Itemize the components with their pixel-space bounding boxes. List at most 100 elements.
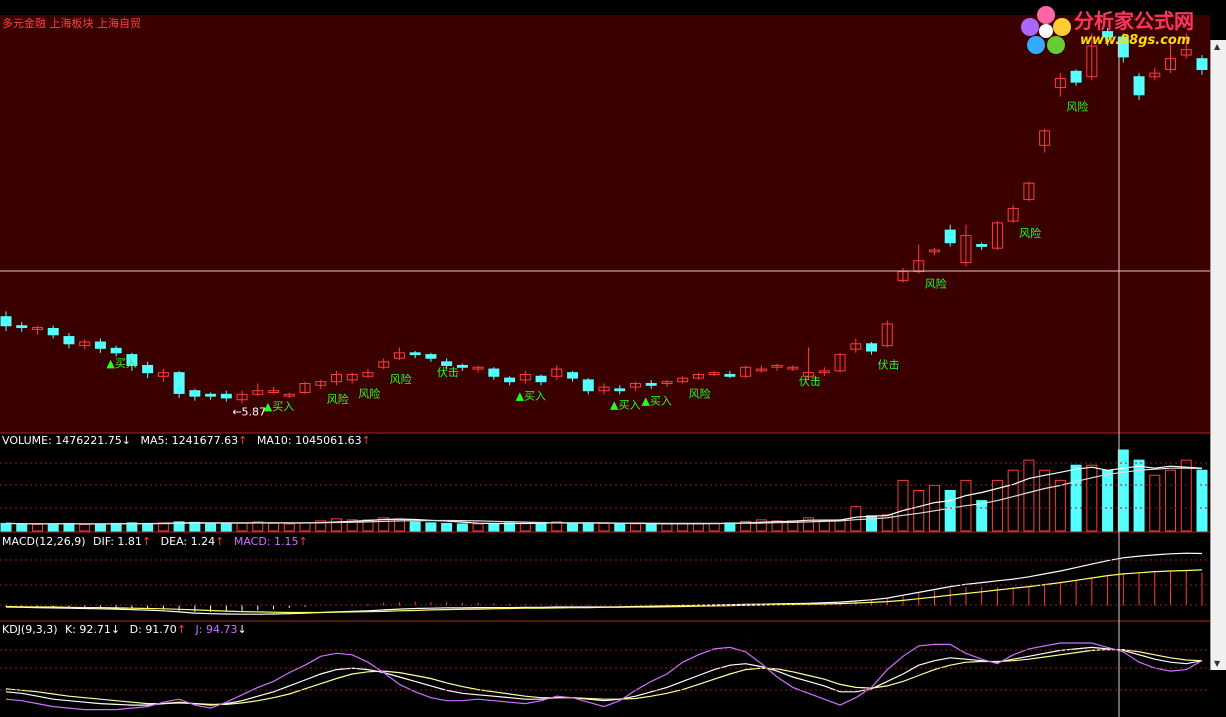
logo: 分析家公式网 www.88gs.com [1016, 3, 1216, 55]
volume-bar [441, 522, 453, 532]
volume-bar [1086, 464, 1098, 532]
volume-bar [47, 523, 59, 532]
signal-label: 风险 [1066, 100, 1088, 114]
candle-body [16, 325, 28, 329]
candle-body [142, 364, 154, 374]
candle-body [582, 379, 594, 392]
signal-label: 风险 [358, 386, 380, 400]
macd-dea-line [5, 569, 1203, 614]
candle-body [409, 352, 421, 356]
volume-bar [661, 523, 673, 532]
volume-bar [1196, 469, 1208, 532]
down-arrow-icon: ↓ [121, 434, 131, 447]
d-value: D: 91.70 [129, 623, 177, 636]
volume-bar [31, 523, 43, 532]
j-value: J: 94.73 [195, 623, 238, 636]
kdj-panel [5, 642, 1203, 711]
volume-bar [818, 520, 830, 532]
volume-bar [724, 522, 736, 532]
volume-bar [1054, 479, 1066, 532]
kdj-header: KDJ(9,3,3) K: 92.71↓ D: 91.70↑ J: 94.73↓ [2, 623, 247, 636]
volume-bar [677, 522, 689, 532]
macd-header: MACD(12,26,9) DIF: 1.81↑ DEA: 1.24↑ MACD… [2, 535, 308, 548]
volume-bar [236, 522, 248, 532]
candle-body [220, 393, 232, 399]
volume-bar [142, 522, 154, 532]
volume-bar [1070, 464, 1082, 532]
volume-ma5-line [5, 465, 1203, 525]
volume-bar [220, 523, 232, 532]
volume-bar [299, 522, 311, 532]
signal-label: 风险 [390, 372, 412, 386]
up-arrow-icon: ↑ [361, 434, 371, 447]
logo-url: www.88gs.com [1080, 33, 1191, 48]
volume-bar [1039, 469, 1051, 532]
main-panel-bg [0, 15, 1210, 433]
volume-bar [488, 522, 500, 532]
up-arrow-icon: ↑ [215, 535, 225, 548]
scroll-down-icon[interactable]: ▼ [1214, 659, 1220, 668]
candle-body [645, 382, 657, 386]
candle-body [535, 375, 547, 383]
candle-body [47, 327, 59, 336]
signal-label: ←5.87 [232, 406, 266, 419]
signal-label: ▲买入 [641, 395, 671, 408]
volume-bar [1102, 469, 1114, 532]
signal-label: 伏击 [437, 365, 459, 379]
scroll-up-icon[interactable]: ▲ [1214, 42, 1220, 51]
volume-bar [1117, 449, 1129, 532]
volume-bar [582, 522, 594, 532]
signal-label: 伏击 [878, 358, 900, 372]
macd-value: MACD: 1.15 [233, 535, 299, 548]
up-arrow-icon: ↑ [238, 434, 248, 447]
volume-bar [645, 523, 657, 532]
candle-body [425, 354, 437, 359]
down-arrow-icon: ↓ [237, 623, 247, 636]
volume-bar [94, 523, 106, 532]
signal-label: ▲买入 [516, 389, 546, 402]
volume-bar [913, 490, 925, 532]
volume-bar [16, 523, 28, 532]
dif-value: DIF: 1.81 [93, 535, 142, 548]
candle-body [504, 377, 516, 383]
candle-body [110, 347, 122, 354]
stock-chart[interactable]: ▲买入←5.87▲买入风险 风险风险伏击▲买入▲买入 ▲买入风险伏击伏击风险风险风险 [0, 0, 1226, 717]
volume-bar [692, 522, 704, 532]
candle-body [0, 316, 12, 327]
volume-bar [614, 523, 626, 532]
volume-ma10-line [5, 467, 1203, 525]
volume-bar [1165, 469, 1177, 532]
volume-bar [1149, 474, 1161, 532]
volume-bar [504, 522, 516, 532]
volume-bar [425, 522, 437, 532]
candle-body [614, 388, 626, 392]
volume-panel [0, 449, 1208, 532]
volume-bar [629, 523, 641, 532]
candle-body [866, 343, 878, 352]
candle-body [567, 372, 579, 379]
signal-label: 伏击 [799, 374, 821, 388]
dea-value: DEA: 1.24 [160, 535, 216, 548]
volume-bar [63, 522, 75, 532]
volume-bar [205, 522, 217, 532]
signal-label: ▲买入 [106, 357, 136, 370]
candle-body [1196, 58, 1208, 71]
volume-bar [330, 518, 342, 532]
ma10-value: MA10: 1045061.63 [256, 434, 362, 447]
candle-body [63, 336, 75, 345]
volume-value: VOLUME: 1476221.75 [2, 434, 122, 447]
logo-title: 分析家公式网 [1074, 9, 1194, 33]
volume-bar [897, 479, 909, 532]
signal-label: 风险 [925, 276, 947, 290]
candle-body [173, 372, 185, 394]
volume-bar [850, 506, 862, 532]
kdj-label: KDJ(9,3,3) [2, 623, 58, 636]
volume-bar [976, 500, 988, 532]
up-arrow-icon: ↑ [141, 535, 152, 548]
candle-body [205, 393, 217, 397]
candle-body [488, 368, 500, 377]
vertical-scrollbar[interactable]: ▲ ▼ [1210, 40, 1226, 670]
volume-bar [708, 522, 720, 532]
volume-bar [598, 522, 610, 532]
volume-bar [79, 523, 91, 532]
